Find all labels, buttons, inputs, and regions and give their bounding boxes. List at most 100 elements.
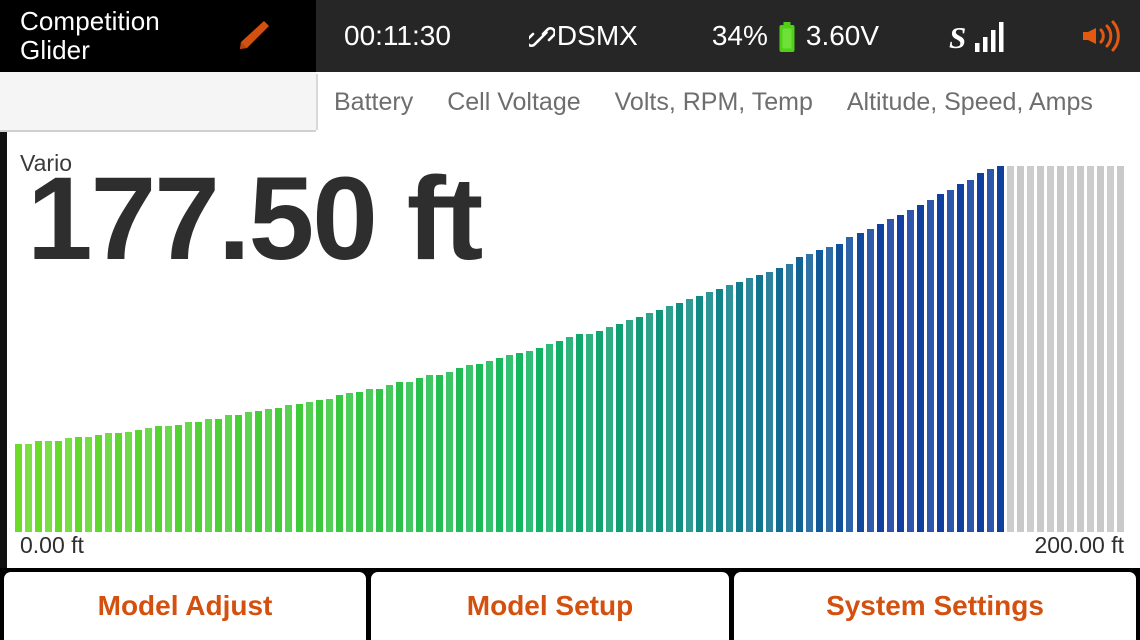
gauge-bar [75, 436, 82, 532]
protocol-indicator: DSMX [528, 20, 638, 52]
gauge-bar [816, 250, 823, 532]
gauge-bar [255, 411, 262, 532]
gauge-bar [25, 444, 32, 532]
gauge-bar [496, 357, 503, 532]
gauge-bar [235, 414, 242, 532]
gauge-bar [1017, 166, 1024, 532]
gauge-bar [45, 440, 52, 532]
model-adjust-button[interactable]: Model Adjust [4, 572, 366, 640]
battery-percent: 34% [711, 20, 768, 51]
gauge-bar [225, 415, 232, 532]
gauge-bar [65, 437, 72, 532]
gauge-bar [416, 378, 423, 532]
telemetry-screen: Competition Glider 00:11:30 DSMX 34% 3.6… [0, 0, 1140, 640]
flight-timer-value: 00:11:30 [344, 20, 451, 51]
gauge-bar [145, 428, 152, 532]
tab-volts-rpm-temp[interactable]: Volts, RPM, Temp [598, 72, 830, 132]
gauge-bar [1067, 166, 1074, 532]
gauge-bar [907, 210, 914, 532]
gauge-bar [516, 352, 523, 532]
gauge-bar [85, 436, 92, 532]
tab-altitude-speed-amps[interactable]: Altitude, Speed, Amps [830, 72, 1110, 132]
gauge-bar [185, 422, 192, 532]
gauge-bar [606, 327, 613, 532]
gauge-bar [937, 194, 944, 532]
footer-nav: Model Adjust Model Setup System Settings [0, 568, 1140, 640]
gauge-bar [947, 189, 954, 532]
gauge-bar [706, 292, 713, 532]
gauge-bar [636, 316, 643, 532]
tab-cell-voltage[interactable]: Cell Voltage [430, 72, 597, 132]
gauge-bar [676, 302, 683, 532]
gauge-bar [245, 411, 252, 532]
gauge-bar [1027, 166, 1034, 532]
pencil-icon[interactable] [232, 18, 272, 52]
gauge-bar [275, 407, 282, 532]
gauge-bar [586, 334, 593, 532]
battery-indicator: 34% 3.60V [712, 20, 879, 52]
gauge-bar [917, 204, 924, 532]
spektrum-signal-icon: S [949, 20, 1004, 55]
gauge-bar [15, 444, 22, 532]
gauge-scale-min: 0.00 ft [20, 532, 84, 558]
gauge-bar [977, 172, 984, 532]
gauge-bar [326, 398, 333, 532]
gauge-bar [1087, 166, 1094, 532]
link-icon [528, 26, 555, 48]
gauge-bar [836, 243, 843, 532]
model-name-panel[interactable]: Competition Glider [0, 0, 316, 72]
gauge-bar [566, 337, 573, 532]
system-settings-button[interactable]: System Settings [734, 572, 1136, 640]
gauge-bar [55, 440, 62, 532]
gauge-bar [306, 402, 313, 532]
gauge-bar [296, 403, 303, 532]
gauge-bar [686, 299, 693, 532]
gauge-bar [115, 433, 122, 532]
gauge-bar [1057, 166, 1064, 532]
gauge-bar [366, 389, 373, 532]
gauge-bar [215, 418, 222, 532]
gauge-bar [796, 257, 803, 532]
gauge-scale-max: 200.00 ft [1034, 532, 1124, 558]
gauge-bar [756, 274, 763, 532]
gauge-bar [596, 330, 603, 532]
tab-battery[interactable]: Battery [318, 72, 430, 132]
model-setup-button[interactable]: Model Setup [371, 572, 729, 640]
gauge-bar [716, 288, 723, 532]
gauge-bar [175, 425, 182, 532]
gauge-bar [666, 306, 673, 532]
flight-timer[interactable]: 00:11:30 [344, 20, 451, 52]
gauge-bar [887, 218, 894, 532]
gauge-bar [526, 351, 533, 532]
gauge-bar [426, 374, 433, 532]
gauge-bar [336, 395, 343, 532]
gauge-bar [265, 408, 272, 532]
gauge-bar [105, 433, 112, 532]
gauge-bar [696, 295, 703, 532]
telemetry-content: Vario 177.50 ft 0.00 ft 200.00 ft [0, 132, 1140, 568]
gauge-bar [556, 340, 563, 532]
gauge-bar [316, 400, 323, 532]
battery-icon [779, 22, 795, 52]
gauge-bar [346, 392, 353, 532]
gauge-bar [997, 166, 1004, 532]
gauge-bar [135, 429, 142, 532]
gauge-bar [576, 334, 583, 532]
gauge-bar [786, 264, 793, 532]
tab-bar-left-spacer [0, 72, 316, 132]
gauge-bar [446, 371, 453, 532]
gauge-bar [826, 247, 833, 532]
gauge-bar [546, 344, 553, 532]
gauge-bar [1007, 166, 1014, 532]
protocol-label: DSMX [556, 20, 638, 51]
svg-text:S: S [949, 20, 966, 55]
gauge-bar [857, 232, 864, 532]
speaker-icon[interactable] [1078, 16, 1122, 56]
gauge-bar [436, 374, 443, 532]
gauge-bar [987, 169, 994, 532]
gauge-bar [877, 223, 884, 532]
gauge-bar [1097, 166, 1104, 532]
gauge-bar [376, 388, 383, 532]
gauge-bar [386, 385, 393, 532]
gauge-bar [927, 200, 934, 532]
